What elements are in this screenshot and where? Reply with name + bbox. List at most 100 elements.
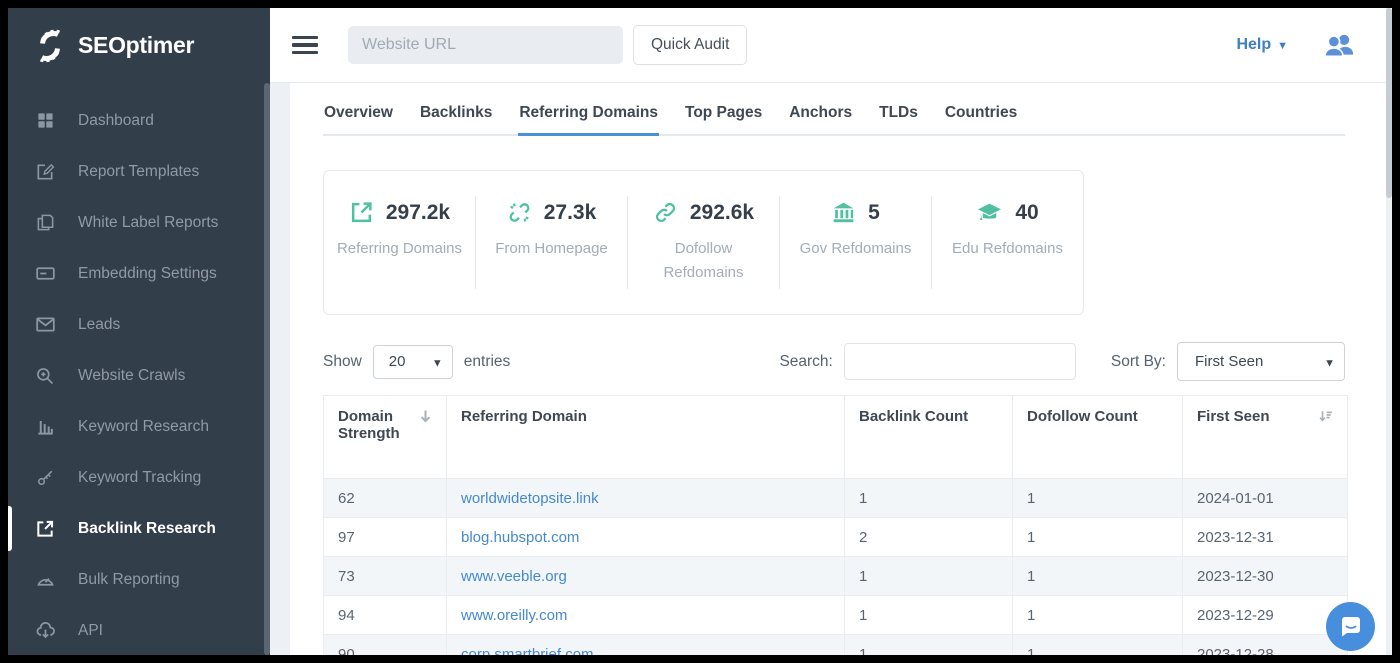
- referring-domains-table: Domain Strength Referring Domain Backlin…: [323, 395, 1348, 655]
- quick-audit-button[interactable]: Quick Audit: [633, 25, 747, 65]
- sidebar-item-label: Dashboard: [78, 112, 154, 130]
- brand-name: SEOptimer: [78, 32, 194, 59]
- content-panel: Overview Backlinks Referring Domains Top…: [290, 83, 1392, 655]
- sidebar-item-report-templates[interactable]: Report Templates: [8, 146, 270, 197]
- help-dropdown[interactable]: Help ▼: [1236, 36, 1288, 54]
- sidebar-item-embedding-settings[interactable]: Embedding Settings: [8, 248, 270, 299]
- hamburger-menu-icon[interactable]: [292, 36, 318, 55]
- report-templates-icon: [34, 161, 56, 183]
- tab-referring-domains[interactable]: Referring Domains: [518, 98, 659, 136]
- sidebar-item-label: Website Crawls: [78, 367, 185, 385]
- sidebar-item-dashboard[interactable]: Dashboard: [8, 95, 270, 146]
- dofollow-count-cell: 1: [1013, 596, 1183, 635]
- first-seen-cell: 2023-12-30: [1183, 557, 1348, 596]
- app-window: SEOptimer Dashboard Report Templates: [8, 8, 1392, 655]
- entries-label: entries: [464, 353, 511, 371]
- sidebar-item-leads[interactable]: Leads: [8, 299, 270, 350]
- column-header-dofollow-count[interactable]: Dofollow Count: [1013, 396, 1183, 479]
- domain-strength-cell: 97: [324, 518, 447, 557]
- chain-link-icon: [653, 200, 678, 225]
- tab-backlinks[interactable]: Backlinks: [419, 98, 493, 136]
- sidebar-item-bulk-reporting[interactable]: Bulk Reporting: [8, 554, 270, 605]
- search-plus-icon: [34, 365, 56, 387]
- tab-anchors[interactable]: Anchors: [788, 98, 853, 136]
- stats-card: 297.2k Referring Domains 27.3k: [323, 170, 1084, 315]
- first-seen-cell: 2023-12-28: [1183, 635, 1348, 656]
- tab-overview[interactable]: Overview: [323, 98, 394, 136]
- sidebar-item-label: Backlink Research: [78, 520, 216, 538]
- sort-by-select[interactable]: First Seen: [1177, 342, 1345, 381]
- tab-bar: Overview Backlinks Referring Domains Top…: [323, 98, 1345, 136]
- stat-value: 5: [868, 201, 880, 225]
- sidebar-item-label: Leads: [78, 316, 120, 334]
- external-link-icon: [349, 200, 374, 225]
- sidebar-item-keyword-tracking[interactable]: Keyword Tracking: [8, 452, 270, 503]
- sidebar: SEOptimer Dashboard Report Templates: [8, 8, 270, 655]
- search-label: Search:: [779, 353, 832, 371]
- stat-gov-refdomains: 5 Gov Refdomains: [780, 196, 932, 289]
- backlink-count-cell: 2: [845, 518, 1013, 557]
- account-users-icon[interactable]: [1322, 31, 1356, 59]
- table-row: 94 www.oreilly.com 1 1 2023-12-29: [324, 596, 1348, 635]
- page-scrollbar[interactable]: [1386, 8, 1392, 655]
- key-icon: [34, 467, 56, 489]
- dofollow-count-cell: 1: [1013, 635, 1183, 656]
- domain-strength-cell: 62: [324, 479, 447, 518]
- sidebar-nav: Dashboard Report Templates White Label R…: [8, 83, 270, 655]
- stat-label: Dofollow Refdomains: [636, 237, 771, 285]
- bar-chart-icon: [34, 416, 56, 438]
- chat-messenger-button[interactable]: [1326, 602, 1375, 651]
- dofollow-count-cell: 1: [1013, 557, 1183, 596]
- website-url-input[interactable]: [348, 26, 623, 64]
- column-header-backlink-count[interactable]: Backlink Count: [845, 396, 1013, 479]
- tab-tlds[interactable]: TLDs: [878, 98, 919, 136]
- sidebar-item-label: White Label Reports: [78, 214, 218, 232]
- table-controls: Show 20 ▼ entries Search: Sort By:: [323, 342, 1345, 381]
- referring-domain-link[interactable]: blog.hubspot.com: [447, 518, 845, 557]
- stat-label: Gov Refdomains: [788, 237, 923, 261]
- stat-label: Edu Refdomains: [940, 237, 1075, 261]
- stat-value: 297.2k: [386, 201, 450, 225]
- referring-domain-link[interactable]: www.oreilly.com: [447, 596, 845, 635]
- column-header-referring-domain[interactable]: Referring Domain: [447, 396, 845, 479]
- page-size-select[interactable]: 20: [373, 345, 453, 379]
- tab-top-pages[interactable]: Top Pages: [684, 98, 763, 136]
- bank-icon: [831, 200, 856, 225]
- stat-value: 292.6k: [690, 201, 754, 225]
- sidebar-item-api[interactable]: API: [8, 605, 270, 655]
- backlink-count-cell: 1: [845, 635, 1013, 656]
- gauge-icon: [34, 569, 56, 591]
- dashboard-grid-icon: [34, 110, 56, 132]
- referring-domain-link[interactable]: corp.smartbrief.com: [447, 635, 845, 656]
- search-input[interactable]: [844, 343, 1076, 380]
- sidebar-item-label: API: [78, 622, 103, 640]
- broken-link-icon: [507, 200, 532, 225]
- stat-edu-refdomains: 40 Edu Refdomains: [932, 196, 1083, 289]
- screenshot-frame: SEOptimer Dashboard Report Templates: [0, 0, 1400, 663]
- table-row: 73 www.veeble.org 1 1 2023-12-30: [324, 557, 1348, 596]
- cloud-download-icon: [34, 620, 56, 642]
- sidebar-item-website-crawls[interactable]: Website Crawls: [8, 350, 270, 401]
- stat-value: 40: [1015, 201, 1038, 225]
- first-seen-cell: 2024-01-01: [1183, 479, 1348, 518]
- sidebar-item-keyword-research[interactable]: Keyword Research: [8, 401, 270, 452]
- column-header-domain-strength[interactable]: Domain Strength: [324, 396, 447, 479]
- tab-countries[interactable]: Countries: [944, 98, 1018, 136]
- referring-domain-link[interactable]: worldwidetopsite.link: [447, 479, 845, 518]
- stat-label: Referring Domains: [332, 237, 467, 261]
- brand-logo[interactable]: SEOptimer: [8, 8, 270, 83]
- table-row: 90 corp.smartbrief.com 1 1 2023-12-28: [324, 635, 1348, 656]
- table-row: 62 worldwidetopsite.link 1 1 2024-01-01: [324, 479, 1348, 518]
- sidebar-item-backlink-research[interactable]: Backlink Research: [8, 503, 270, 554]
- sidebar-item-white-label-reports[interactable]: White Label Reports: [8, 197, 270, 248]
- backlink-count-cell: 1: [845, 557, 1013, 596]
- dofollow-count-cell: 1: [1013, 479, 1183, 518]
- referring-domain-link[interactable]: www.veeble.org: [447, 557, 845, 596]
- seoptimer-gears-icon: [32, 28, 68, 64]
- stat-value: 27.3k: [544, 201, 597, 225]
- first-seen-cell: 2023-12-31: [1183, 518, 1348, 557]
- sidebar-item-label: Embedding Settings: [78, 265, 217, 283]
- column-header-first-seen[interactable]: First Seen: [1183, 396, 1348, 479]
- backlink-count-cell: 1: [845, 596, 1013, 635]
- sort-by-label: Sort By:: [1111, 353, 1166, 371]
